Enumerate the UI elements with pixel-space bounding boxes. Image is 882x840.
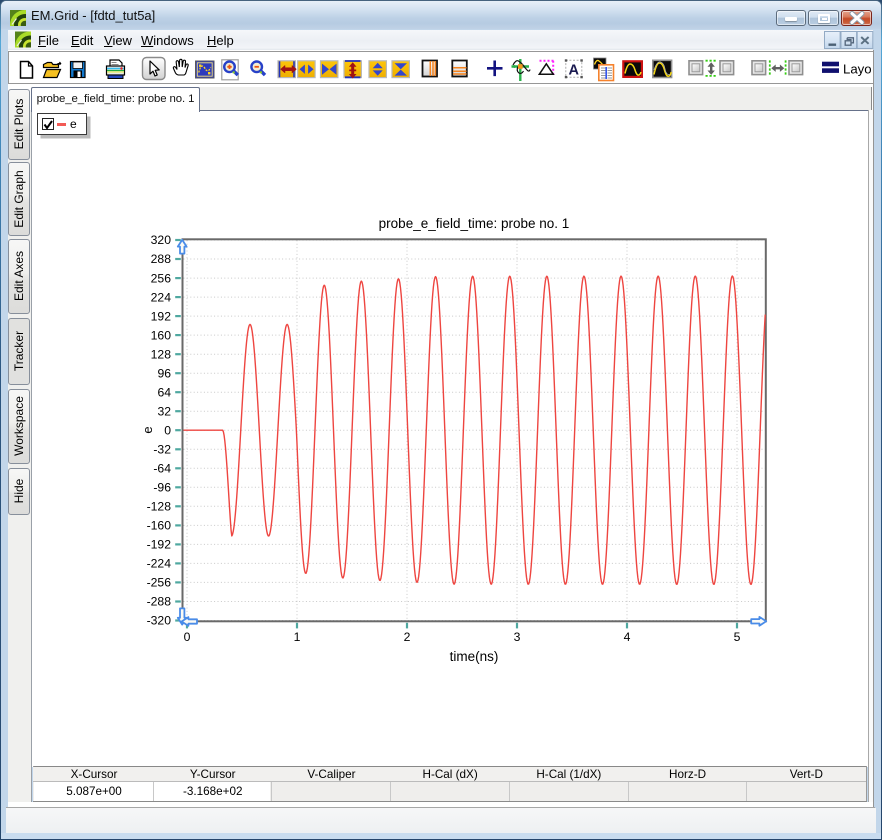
- svg-text:320: 320: [151, 233, 172, 247]
- svg-text:192: 192: [151, 309, 172, 323]
- svg-text:5: 5: [734, 630, 741, 644]
- svg-text:-160: -160: [147, 519, 172, 533]
- svg-text:96: 96: [157, 366, 171, 380]
- svg-text:-64: -64: [153, 462, 171, 476]
- svg-text:Layout: Layout: [843, 62, 882, 77]
- svg-text:256: 256: [151, 271, 172, 285]
- svg-text:1: 1: [294, 630, 301, 644]
- svg-text:-256: -256: [147, 576, 172, 590]
- svg-text:-32: -32: [153, 443, 171, 457]
- svg-text:160: 160: [151, 328, 172, 342]
- svg-text:time(ns): time(ns): [450, 649, 499, 664]
- svg-text:0: 0: [184, 630, 191, 644]
- svg-text:A: A: [569, 63, 580, 79]
- svg-text:-128: -128: [147, 500, 172, 514]
- svg-text:288: 288: [151, 252, 172, 266]
- svg-text:e: e: [140, 426, 155, 433]
- svg-text:224: 224: [151, 290, 172, 304]
- svg-text:4: 4: [624, 630, 631, 644]
- svg-text:0: 0: [164, 423, 171, 437]
- svg-text:-320: -320: [147, 614, 172, 628]
- svg-text:32: 32: [157, 404, 171, 418]
- svg-text:probe_e_field_time: probe no.: probe_e_field_time: probe no. 1: [379, 216, 570, 231]
- svg-text:64: 64: [157, 385, 171, 399]
- svg-text:-288: -288: [147, 595, 172, 609]
- svg-text:-224: -224: [147, 557, 172, 571]
- svg-text:-96: -96: [153, 481, 171, 495]
- svg-text:2: 2: [404, 630, 411, 644]
- svg-text:3: 3: [514, 630, 521, 644]
- svg-text:-192: -192: [147, 538, 172, 552]
- svg-text:128: 128: [151, 347, 172, 361]
